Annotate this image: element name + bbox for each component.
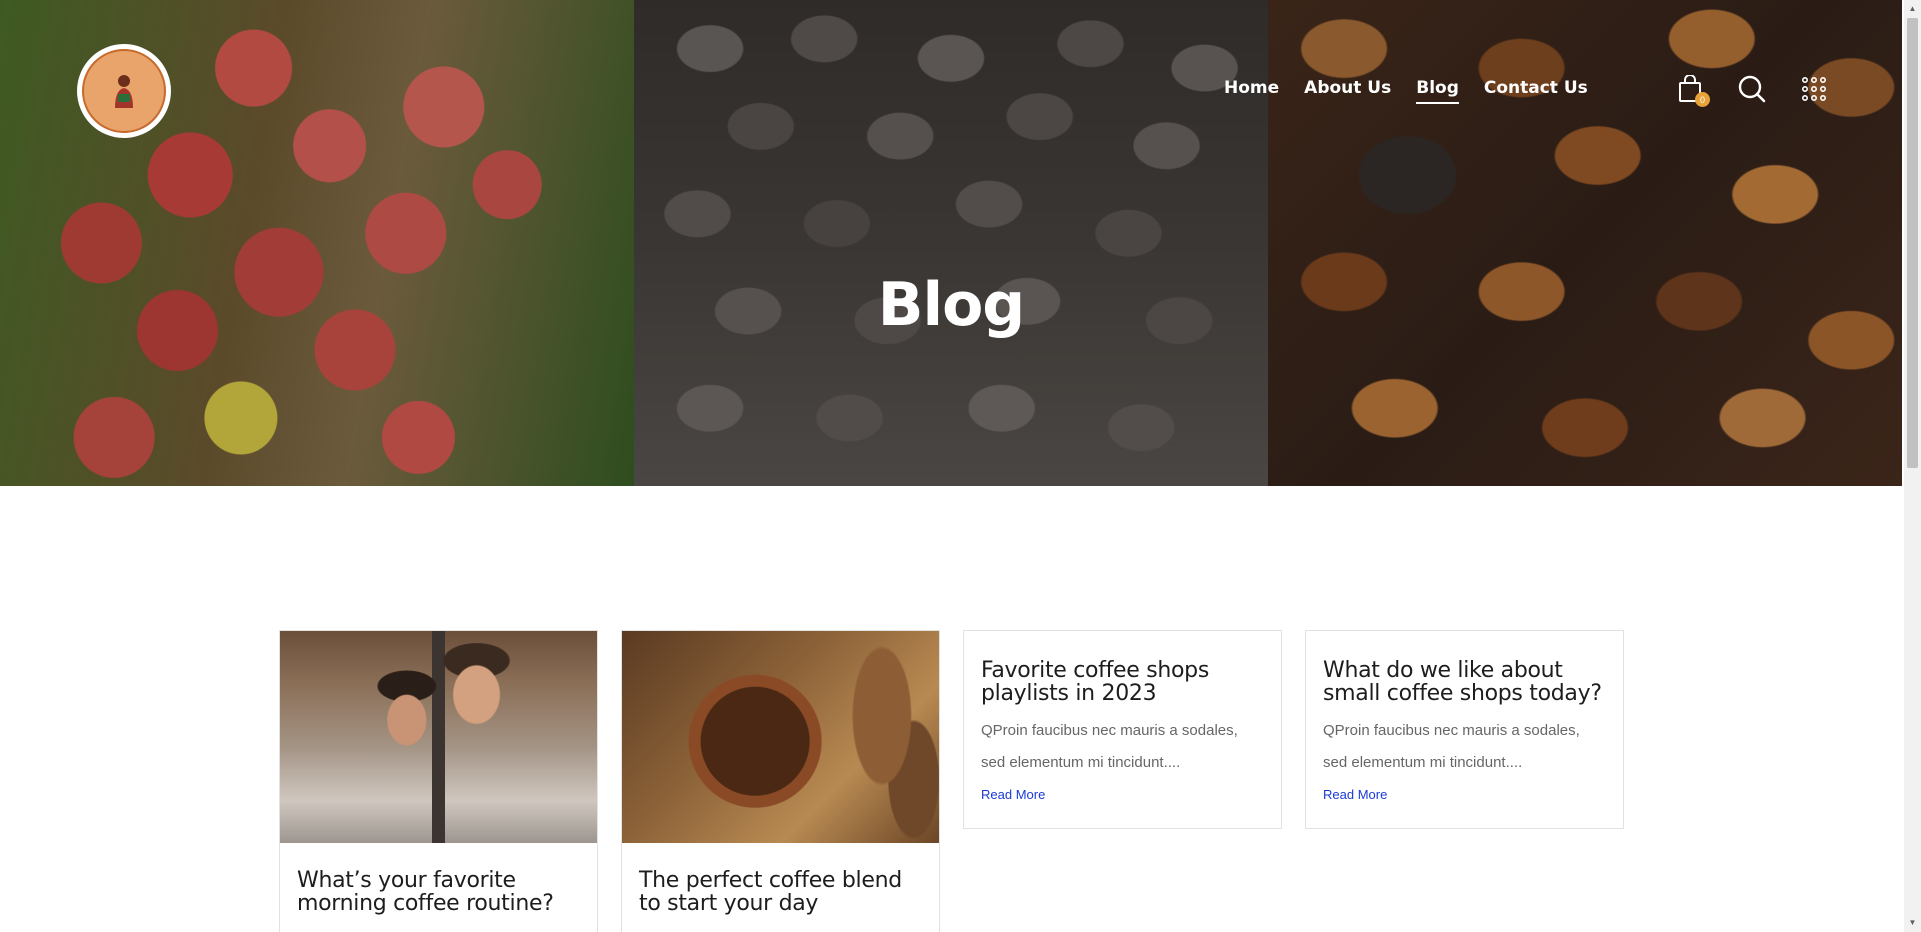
cart-count-badge: 0 [1695, 92, 1710, 107]
card-body: What do we like about small coffee shops… [1306, 631, 1623, 828]
main-nav: Home About Us Blog Contact Us [1224, 78, 1613, 104]
hero-image-green-beans [634, 0, 1268, 486]
blog-card[interactable]: The perfect coffee blend to start your d… [621, 630, 940, 932]
logo-badge [82, 49, 166, 133]
post-title[interactable]: Favorite coffee shops playlists in 2023 [981, 659, 1264, 705]
menu-grid-button[interactable] [1800, 74, 1828, 104]
page-title: Blog [877, 270, 1025, 340]
nav-contact-us[interactable]: Contact Us [1484, 78, 1588, 104]
nav-home[interactable]: Home [1224, 78, 1279, 104]
card-body: What’s your favorite morning coffee rout… [280, 843, 597, 932]
post-image-coffee-beans[interactable] [622, 631, 939, 843]
nav-blog[interactable]: Blog [1416, 78, 1459, 104]
grid-dots-icon [1802, 77, 1826, 101]
hero-image-roasted-beans [1268, 0, 1902, 486]
blog-card[interactable]: Favorite coffee shops playlists in 2023 … [963, 630, 1282, 829]
header-actions: 0 [1676, 74, 1828, 107]
read-more-link[interactable]: Read More [1323, 787, 1387, 802]
post-title[interactable]: What’s your favorite morning coffee rout… [297, 869, 580, 915]
cart-button[interactable]: 0 [1676, 74, 1710, 107]
post-excerpt: QProin faucibus nec mauris a sodales, se… [981, 722, 1238, 771]
hero-banner: Blog [0, 0, 1902, 486]
blog-card[interactable]: What do we like about small coffee shops… [1305, 630, 1624, 829]
page-scrollbar[interactable]: ▲ ▼ [1904, 0, 1921, 932]
scroll-up-arrow-icon[interactable]: ▲ [1907, 3, 1918, 15]
site-logo[interactable] [77, 44, 171, 138]
search-icon [1738, 75, 1766, 103]
read-more-link[interactable]: Read More [981, 787, 1045, 802]
post-title[interactable]: What do we like about small coffee shops… [1323, 659, 1606, 705]
nav-about-us[interactable]: About Us [1304, 78, 1391, 104]
post-title[interactable]: The perfect coffee blend to start your d… [639, 869, 922, 915]
card-body: Favorite coffee shops playlists in 2023 … [964, 631, 1281, 828]
scroll-down-arrow-icon[interactable]: ▼ [1907, 917, 1918, 929]
card-body: The perfect coffee blend to start your d… [622, 843, 939, 932]
coffee-woman-icon [115, 75, 133, 108]
post-excerpt: QProin faucibus nec mauris a sodales, se… [1323, 722, 1580, 771]
blog-post-list: What’s your favorite morning coffee rout… [279, 630, 1624, 932]
blog-card[interactable]: What’s your favorite morning coffee rout… [279, 630, 598, 932]
post-image-baristas[interactable] [280, 631, 597, 843]
scroll-thumb[interactable] [1907, 18, 1918, 468]
search-button[interactable] [1738, 74, 1766, 104]
